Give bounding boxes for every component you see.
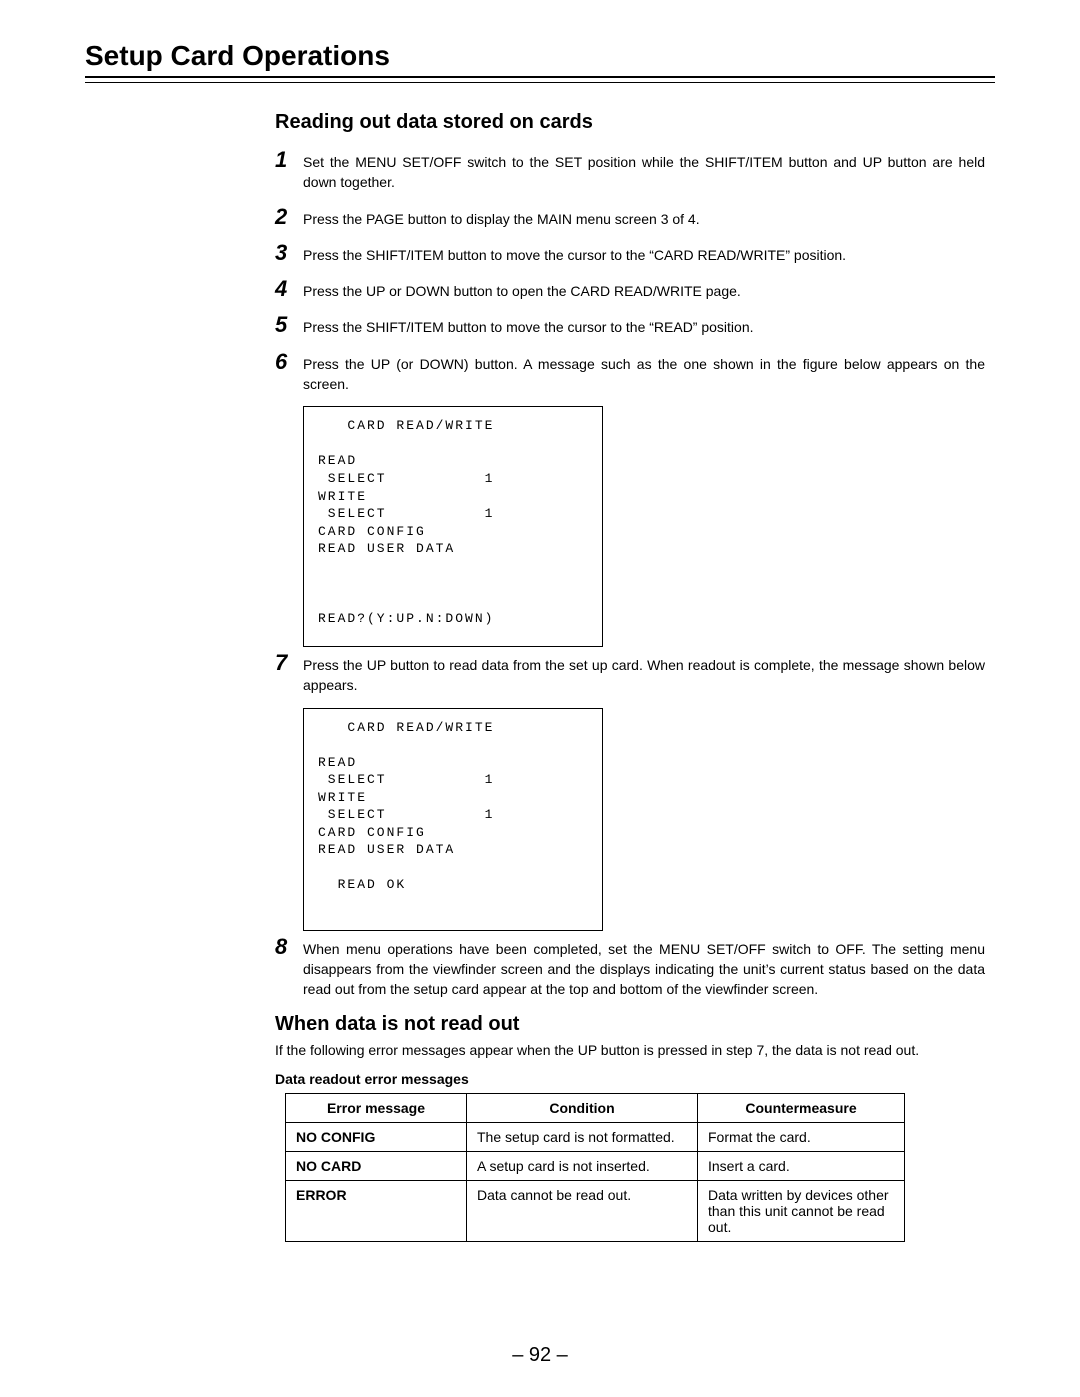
table-title: Data readout error messages <box>275 1071 985 1087</box>
step-item: 2 Press the PAGE button to display the M… <box>275 205 985 229</box>
step-item: 1 Set the MENU SET/OFF switch to the SET… <box>275 148 985 193</box>
step-number: 3 <box>275 241 303 265</box>
step-text: Press the UP button to read data from th… <box>303 651 985 696</box>
table-row: NO CARD A setup card is not inserted. In… <box>286 1151 905 1180</box>
countermeasure-cell: Insert a card. <box>698 1151 905 1180</box>
step-item: 8 When menu operations have been complet… <box>275 935 985 1000</box>
subsection-body: If the following error messages appear w… <box>275 1040 985 1060</box>
table-row: ERROR Data cannot be read out. Data writ… <box>286 1180 905 1241</box>
countermeasure-cell: Data written by devices other than this … <box>698 1180 905 1241</box>
table-row: NO CONFIG The setup card is not formatte… <box>286 1122 905 1151</box>
page-number: – 92 – <box>0 1344 1080 1367</box>
page-title: Setup Card Operations <box>85 40 995 72</box>
col-header-counter: Countermeasure <box>698 1093 905 1122</box>
subsection-heading: When data is not read out <box>275 1013 985 1036</box>
error-message-cell: NO CARD <box>286 1151 467 1180</box>
content-area: Reading out data stored on cards 1 Set t… <box>85 111 995 1242</box>
countermeasure-cell: Format the card. <box>698 1122 905 1151</box>
condition-cell: A setup card is not inserted. <box>467 1151 698 1180</box>
step-text: Press the SHIFT/ITEM button to move the … <box>303 313 985 337</box>
col-header-condition: Condition <box>467 1093 698 1122</box>
error-table: Error message Condition Countermeasure N… <box>285 1093 905 1242</box>
section-heading: Reading out data stored on cards <box>275 111 985 134</box>
condition-cell: Data cannot be read out. <box>467 1180 698 1241</box>
step-item: 7 Press the UP button to read data from … <box>275 651 985 696</box>
step-number: 1 <box>275 148 303 172</box>
table-header-row: Error message Condition Countermeasure <box>286 1093 905 1122</box>
screen-display-2: CARD READ/WRITE READ SELECT 1 WRITE SELE… <box>303 708 603 931</box>
step-number: 5 <box>275 313 303 337</box>
step-item: 6 Press the UP (or DOWN) button. A messa… <box>275 350 985 395</box>
step-list-cont-2: 8 When menu operations have been complet… <box>275 935 985 1000</box>
step-text: Press the PAGE button to display the MAI… <box>303 205 985 229</box>
step-item: 3 Press the SHIFT/ITEM button to move th… <box>275 241 985 265</box>
step-number: 2 <box>275 205 303 229</box>
step-text: Press the UP or DOWN button to open the … <box>303 277 985 301</box>
error-message-cell: ERROR <box>286 1180 467 1241</box>
step-number: 7 <box>275 651 303 675</box>
condition-cell: The setup card is not formatted. <box>467 1122 698 1151</box>
page: Setup Card Operations Reading out data s… <box>0 0 1080 1397</box>
step-text: Press the UP (or DOWN) button. A message… <box>303 350 985 395</box>
step-text: Press the SHIFT/ITEM button to move the … <box>303 241 985 265</box>
step-list-cont: 7 Press the UP button to read data from … <box>275 651 985 696</box>
step-text: Set the MENU SET/OFF switch to the SET p… <box>303 148 985 193</box>
step-number: 8 <box>275 935 303 959</box>
error-message-cell: NO CONFIG <box>286 1122 467 1151</box>
title-rule <box>85 76 995 83</box>
step-item: 4 Press the UP or DOWN button to open th… <box>275 277 985 301</box>
step-number: 4 <box>275 277 303 301</box>
screen-display-1: CARD READ/WRITE READ SELECT 1 WRITE SELE… <box>303 406 603 647</box>
col-header-error: Error message <box>286 1093 467 1122</box>
step-text: When menu operations have been completed… <box>303 935 985 1000</box>
step-number: 6 <box>275 350 303 374</box>
step-list: 1 Set the MENU SET/OFF switch to the SET… <box>275 148 985 394</box>
step-item: 5 Press the SHIFT/ITEM button to move th… <box>275 313 985 337</box>
